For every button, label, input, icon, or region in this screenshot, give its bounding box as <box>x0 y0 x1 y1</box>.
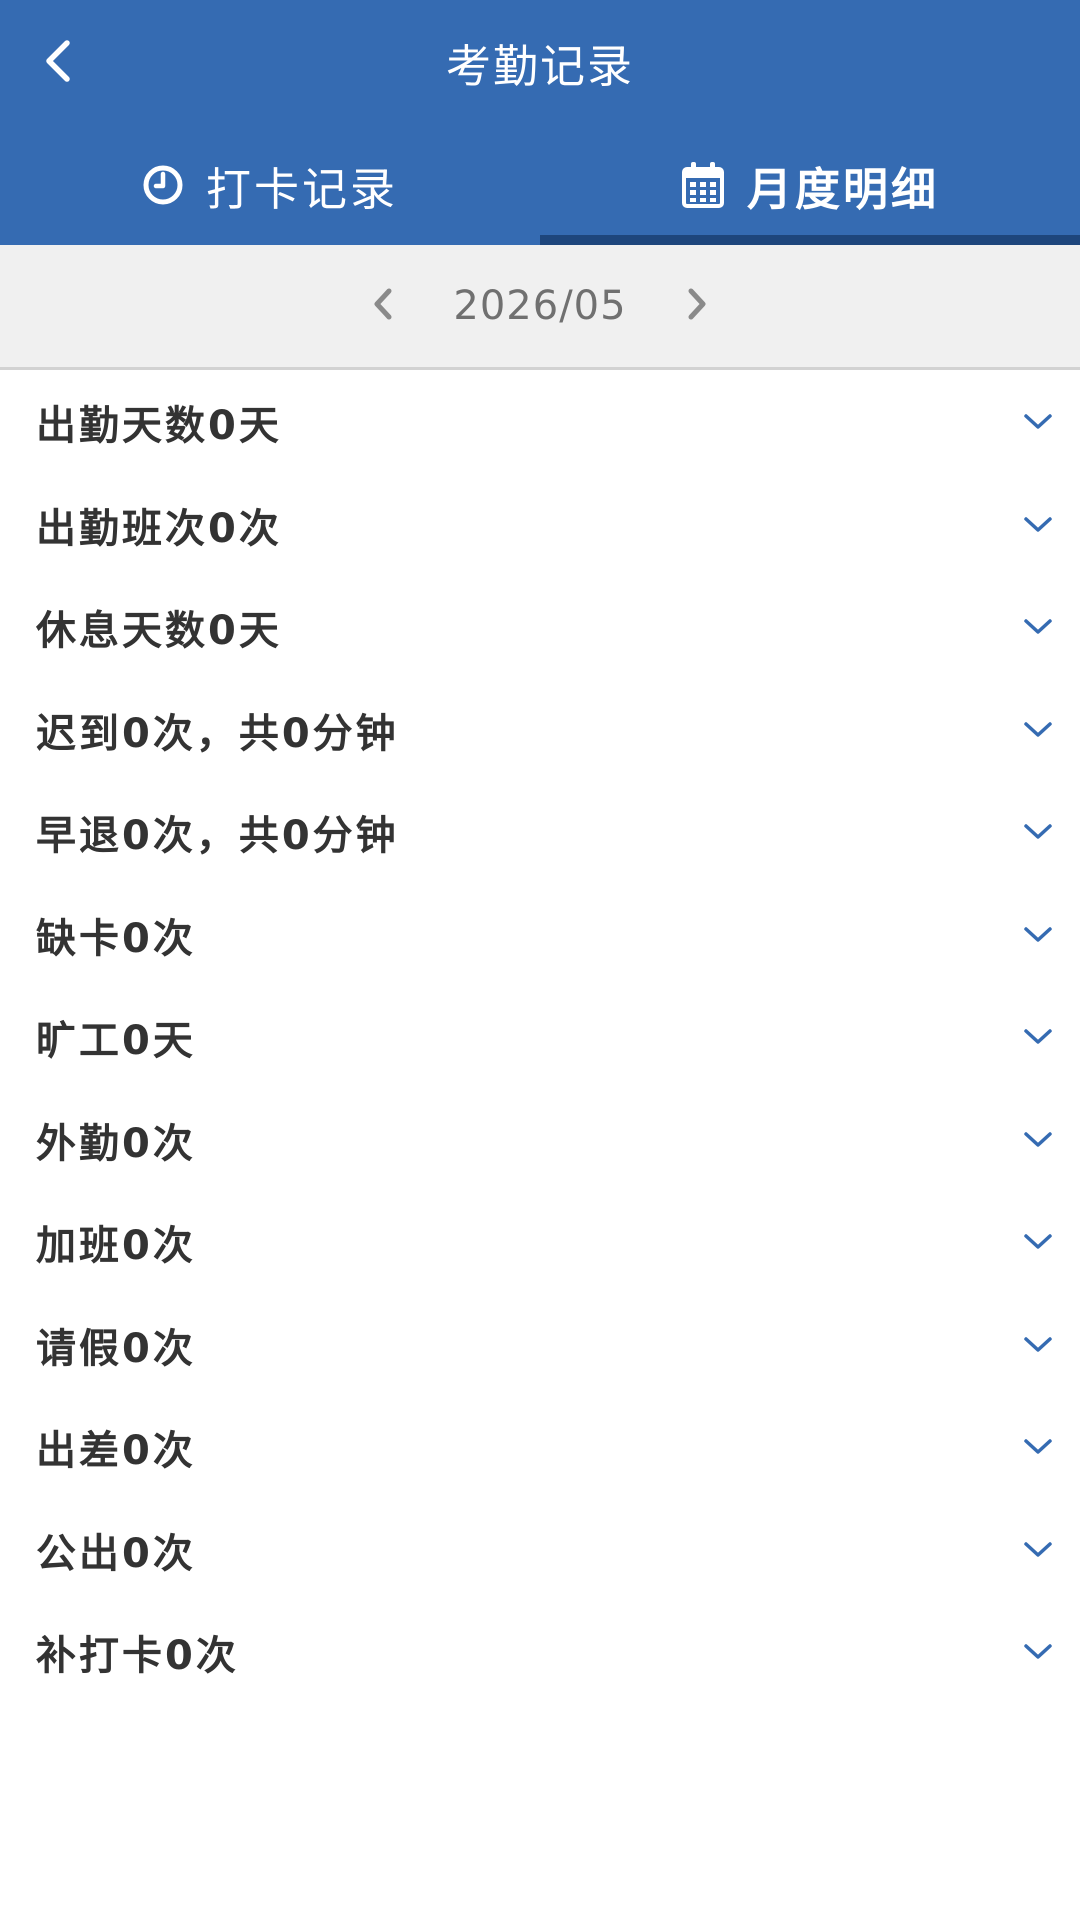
list-item-label: 缺卡0次 <box>36 915 196 962</box>
chevron-down-icon <box>1018 402 1058 442</box>
chevron-down-icon <box>1018 1632 1058 1672</box>
list-item-label: 加班0次 <box>36 1223 196 1270</box>
chevron-down-icon <box>1018 812 1058 852</box>
tab-monthly-detail[interactable]: 月度明细 <box>540 125 1080 245</box>
chevron-down-icon <box>1018 710 1058 750</box>
chevron-left-icon <box>372 287 394 325</box>
list-item-label: 旷工0天 <box>36 1018 196 1065</box>
prev-month-button[interactable] <box>353 276 413 336</box>
list-item[interactable]: 公出0次 <box>0 1499 1080 1602</box>
chevron-down-icon <box>1018 1325 1058 1365</box>
stats-list: 出勤天数0天 出勤班次0次 休息天数0天 迟到0次，共0分钟 早退0次，共0分钟… <box>0 370 1080 1704</box>
tab-punch-records[interactable]: 打卡记录 <box>0 125 540 245</box>
tab-bar: 打卡记录 月度明细 <box>0 125 1080 245</box>
list-item[interactable]: 缺卡0次 <box>0 884 1080 987</box>
chevron-down-icon <box>1018 1120 1058 1160</box>
list-item-label: 请假0次 <box>36 1325 196 1372</box>
clock-icon <box>142 164 184 206</box>
app-root: 考勤记录 打卡记录 月度明细 2026/05 出勤天数0天 出勤班次0次 休息天… <box>0 0 1080 1920</box>
list-item[interactable]: 补打卡0次 <box>0 1601 1080 1704</box>
chevron-down-icon <box>1018 607 1058 647</box>
list-item-label: 公出0次 <box>36 1530 196 1577</box>
active-tab-indicator <box>540 235 1080 245</box>
list-item[interactable]: 请假0次 <box>0 1294 1080 1397</box>
chevron-down-icon <box>1018 915 1058 955</box>
chevron-down-icon <box>1018 1530 1058 1570</box>
tab-label: 月度明细 <box>746 162 939 216</box>
list-item[interactable]: 外勤0次 <box>0 1089 1080 1192</box>
list-item[interactable]: 迟到0次，共0分钟 <box>0 679 1080 782</box>
chevron-down-icon <box>1018 1017 1058 1057</box>
list-item-label: 早退0次，共0分钟 <box>36 813 399 860</box>
current-month: 2026/05 <box>453 283 627 329</box>
chevron-right-icon <box>686 287 708 325</box>
chevron-down-icon <box>1018 1427 1058 1467</box>
list-item-label: 出差0次 <box>36 1428 196 1475</box>
list-item-label: 补打卡0次 <box>36 1633 239 1680</box>
page-title: 考勤记录 <box>445 40 634 93</box>
chevron-down-icon <box>1018 505 1058 545</box>
next-month-button[interactable] <box>667 276 727 336</box>
list-item-label: 出勤天数0天 <box>36 403 282 450</box>
list-item-label: 出勤班次0次 <box>36 505 282 552</box>
list-item[interactable]: 出勤班次0次 <box>0 474 1080 577</box>
list-item-label: 迟到0次，共0分钟 <box>36 710 399 757</box>
tab-label: 打卡记录 <box>205 162 398 216</box>
calendar-icon <box>681 161 725 209</box>
list-item[interactable]: 出差0次 <box>0 1396 1080 1499</box>
list-item[interactable]: 加班0次 <box>0 1191 1080 1294</box>
chevron-down-icon <box>1018 1222 1058 1262</box>
top-bar: 考勤记录 <box>0 0 1080 125</box>
list-item-label: 休息天数0天 <box>36 608 282 655</box>
list-item[interactable]: 早退0次，共0分钟 <box>0 781 1080 884</box>
list-item[interactable]: 休息天数0天 <box>0 576 1080 679</box>
list-item-label: 外勤0次 <box>36 1120 196 1167</box>
list-item[interactable]: 出勤天数0天 <box>0 371 1080 474</box>
list-item[interactable]: 旷工0天 <box>0 986 1080 1089</box>
header: 考勤记录 打卡记录 月度明细 <box>0 0 1080 245</box>
month-navigator: 2026/05 <box>0 245 1080 370</box>
